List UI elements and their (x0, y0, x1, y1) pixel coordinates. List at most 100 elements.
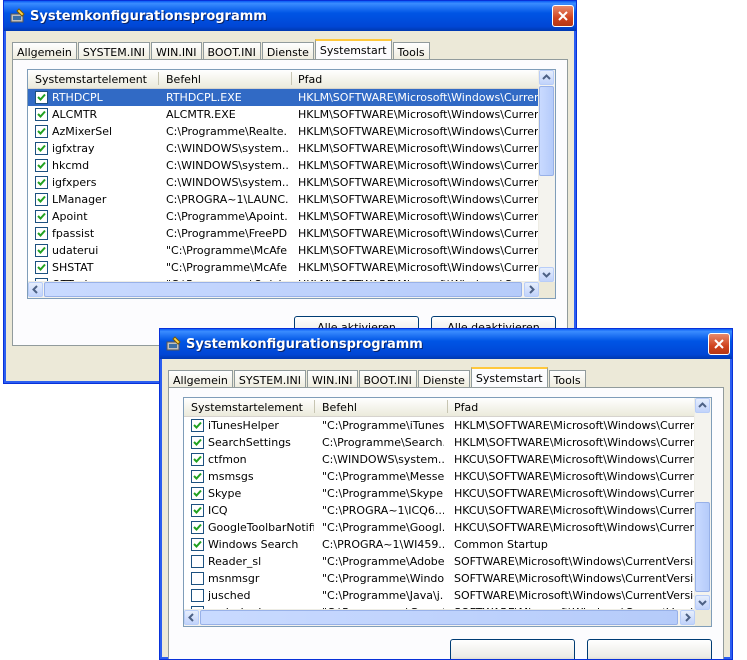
startup-item-name: ICQ (208, 504, 228, 517)
checkbox-checked[interactable] (35, 176, 48, 189)
startup-item-name: igfxpers (52, 176, 97, 189)
checkbox-checked[interactable] (35, 125, 48, 138)
checkbox-checked[interactable] (191, 453, 204, 466)
list-item[interactable]: msmsgs "C:\Programme\Messe... HKCU\SOFTWAR… (184, 468, 695, 485)
checkbox-check-icon (37, 212, 46, 220)
column-header-element[interactable]: Systemstartelement (191, 401, 303, 414)
scroll-right-button[interactable] (524, 282, 539, 297)
startup-item-path: HKLM\SOFTWARE\Microsoft\Windows\CurrentV… (298, 142, 538, 155)
checkbox-checked[interactable] (35, 142, 48, 155)
window-back-titlebar[interactable]: Systemkonfigurationsprogramm (4, 1, 576, 31)
list-item[interactable]: iTunesHelper "C:\Programme\iTunes... HKLM\… (184, 417, 695, 434)
checkbox-checked[interactable] (35, 227, 48, 240)
list-item[interactable]: igfxpers C:\WINDOWS\system... HKLM\SOFTWAR… (28, 174, 539, 191)
horizontal-scrollbar[interactable] (184, 609, 695, 626)
list-item[interactable]: jusched "C:\Programme\Java\j... SOFTWARE\M… (184, 587, 695, 604)
vertical-scrollbar[interactable] (694, 398, 711, 610)
list-item[interactable]: msnmsgr "C:\Programme\Windo... SOFTWARE\Mi… (184, 570, 695, 587)
vertical-scrollbar[interactable] (538, 70, 555, 282)
checkbox-checked[interactable] (191, 470, 204, 483)
list-item[interactable]: RTHDCPL RTHDCPL.EXE HKLM\SOFTWARE\Microsof… (28, 89, 539, 106)
column-header-element[interactable]: Systemstartelement (35, 73, 147, 86)
window-front-titlebar[interactable]: Systemkonfigurationsprogramm (160, 329, 732, 359)
vertical-scroll-thumb[interactable] (539, 86, 554, 176)
checkbox-checked[interactable] (35, 108, 48, 121)
vertical-scroll-thumb[interactable] (695, 502, 710, 592)
window-back: Systemkonfigurationsprogramm Allgemein SY… (3, 0, 577, 384)
startup-item-command: "C:\Programme\iTunes... (322, 419, 444, 432)
column-header-command[interactable]: Befehl (322, 401, 357, 414)
checkbox-checked[interactable] (191, 521, 204, 534)
scroll-down-icon (698, 600, 707, 606)
list-item[interactable]: fpassist C:\Programme\FreePD... HKLM\SOFTW… (28, 225, 539, 242)
checkbox-check-icon (193, 540, 202, 548)
startup-item-command: C:\Programme\Search... (322, 436, 444, 449)
startup-item-name: igfxtray (52, 142, 95, 155)
scroll-right-button[interactable] (680, 610, 695, 625)
checkbox-checked[interactable] (191, 504, 204, 517)
checkbox-check-icon (37, 195, 46, 203)
column-header-command[interactable]: Befehl (166, 73, 201, 86)
checkbox-unchecked[interactable] (191, 555, 204, 568)
checkbox-check-icon (193, 489, 202, 497)
list-item[interactable]: hkcmd C:\WINDOWS\system... HKLM\SOFTWARE\M… (28, 157, 539, 174)
column-header-path[interactable]: Pfad (298, 73, 322, 86)
checkbox-check-icon (37, 178, 46, 186)
checkbox-check-icon (37, 246, 46, 254)
list-item[interactable]: LManager C:\PROGRA~1\LAUNC... HKLM\SOFTWAR… (28, 191, 539, 208)
list-item[interactable]: Windows Search C:\PROGRA~1\WI459... Common… (184, 536, 695, 553)
checkbox-check-icon (193, 523, 202, 531)
window-back-close-button[interactable] (552, 5, 574, 27)
checkbox-checked[interactable] (191, 419, 204, 432)
scroll-left-button[interactable] (28, 282, 43, 297)
list-item[interactable]: AzMixerSel C:\Programme\Realte... HKLM\SOF… (28, 123, 539, 140)
checkbox-unchecked[interactable] (191, 589, 204, 602)
checkbox-checked[interactable] (35, 91, 48, 104)
scroll-right-icon (529, 285, 535, 294)
horizontal-scroll-thumb[interactable] (200, 610, 678, 625)
window-front-close-button[interactable] (708, 333, 730, 355)
startup-item-name: AzMixerSel (52, 125, 113, 138)
startup-item-name: GoogleToolbarNotifier (208, 521, 314, 534)
scroll-up-button[interactable] (539, 70, 554, 85)
list-item[interactable]: ICQ "C:\PROGRA~1\ICQ6... HKCU\SOFTWARE\Mic… (184, 502, 695, 519)
scroll-down-button[interactable] (695, 595, 710, 610)
scroll-left-button[interactable] (184, 610, 199, 625)
scroll-down-button[interactable] (539, 267, 554, 282)
checkbox-checked[interactable] (35, 210, 48, 223)
scroll-up-button[interactable] (695, 398, 710, 413)
horizontal-scroll-thumb[interactable] (44, 282, 522, 297)
startup-item-name: RTHDCPL (52, 91, 103, 104)
checkbox-checked[interactable] (35, 244, 48, 257)
checkbox-checked[interactable] (35, 193, 48, 206)
checkbox-checked[interactable] (35, 261, 48, 274)
checkbox-checked[interactable] (191, 436, 204, 449)
list-item[interactable]: ctfmon C:\WINDOWS\system... HKCU\SOFTWARE\… (184, 451, 695, 468)
checkbox-checked[interactable] (191, 487, 204, 500)
list-item[interactable]: SearchSettings C:\Programme\Search... HKLM… (184, 434, 695, 451)
checkbox-unchecked[interactable] (191, 572, 204, 585)
list-item[interactable]: igfxtray C:\WINDOWS\system... HKLM\SOFTWAR… (28, 140, 539, 157)
startup-item-command: C:\WINDOWS\system... (166, 142, 288, 155)
list-item[interactable]: GoogleToolbarNotifier "C:\Programme\Googl… (184, 519, 695, 536)
startup-item-command: C:\PROGRA~1\WI459... (322, 538, 444, 551)
list-item[interactable]: SHSTAT "C:\Programme\McAfe... HKLM\SOFTWAR… (28, 259, 539, 276)
list-item[interactable]: Apoint C:\Programme\Apoint... HKLM\SOFTWAR… (28, 208, 539, 225)
startup-item-path: SOFTWARE\Microsoft\Windows\CurrentVersio… (454, 555, 694, 568)
checkbox-check-icon (37, 161, 46, 169)
scrollbar-corner (695, 610, 711, 626)
startup-item-name: Apoint (52, 210, 88, 223)
startup-item-command: C:\PROGRA~1\LAUNC... (166, 193, 288, 206)
startup-item-name: ALCMTR (52, 108, 98, 121)
checkbox-checked[interactable] (35, 159, 48, 172)
list-item[interactable]: udaterui "C:\Programme\McAfe... HKLM\SOFTW… (28, 242, 539, 259)
column-header-path[interactable]: Pfad (454, 401, 478, 414)
horizontal-scrollbar[interactable] (28, 281, 539, 298)
checkbox-check-icon (37, 127, 46, 135)
startup-item-name: Reader_sl (208, 555, 262, 568)
list-item[interactable]: ALCMTR ALCMTR.EXE HKLM\SOFTWARE\Microsoft\… (28, 106, 539, 123)
startup-item-path: HKCU\SOFTWARE\Microsoft\Windows\CurrentV… (454, 487, 694, 500)
list-item[interactable]: Skype "C:\Programme\Skype... HKCU\SOFTWARE… (184, 485, 695, 502)
checkbox-checked[interactable] (191, 538, 204, 551)
list-item[interactable]: Reader_sl "C:\Programme\Adobe... SOFTWARE\… (184, 553, 695, 570)
